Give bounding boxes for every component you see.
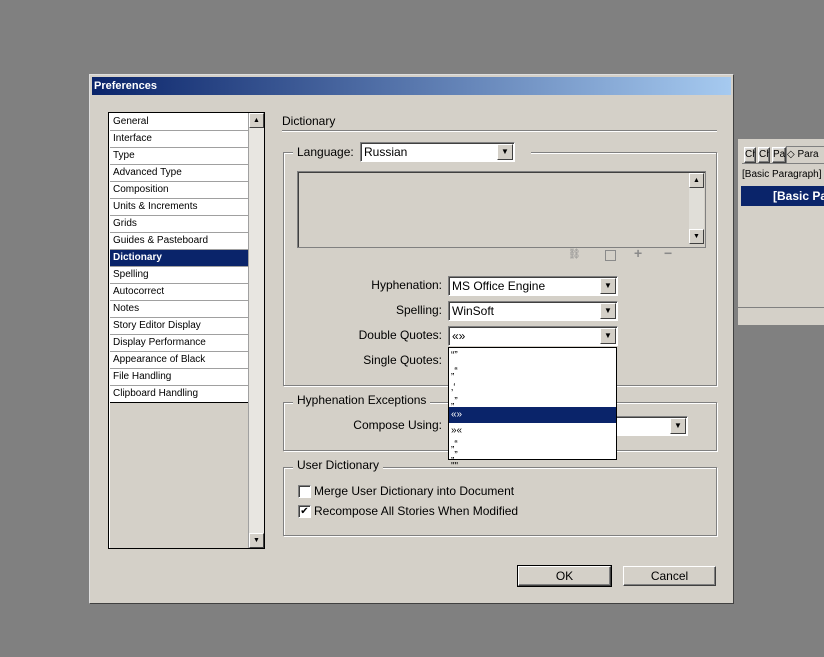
quote-option[interactable]: «» — [449, 407, 616, 423]
new-dictionary-icon[interactable] — [605, 250, 616, 261]
recompose-all-stories-label: Recompose All Stories When Modified — [314, 504, 519, 518]
merge-user-dictionary-checkbox[interactable] — [298, 485, 311, 498]
remove-dictionary-icon[interactable]: − — [664, 246, 672, 260]
double-quotes-options-list: “” „“ ‚‘ „” «» »« „“ „” "" — [448, 347, 617, 472]
chevron-down-icon[interactable]: ▼ — [670, 418, 686, 434]
language-dropdown[interactable]: Russian ▼ — [360, 142, 515, 162]
user-dictionary-group — [283, 467, 717, 536]
category-item[interactable]: Display Performance — [110, 335, 249, 352]
list-scroll-down-icon[interactable]: ▼ — [689, 229, 704, 244]
language-label: Language: — [297, 145, 354, 159]
double-quotes-label: Double Quotes: — [358, 328, 442, 342]
user-dictionary-title: User Dictionary — [293, 458, 384, 472]
category-item[interactable]: Guides & Pasteboard — [110, 233, 249, 250]
category-item[interactable]: Autocorrect — [110, 284, 249, 301]
category-list-empty-area — [110, 402, 249, 548]
quote-option[interactable]: ‚‘ — [449, 380, 616, 396]
category-items: General Interface Type Advanced Type Composi… — [110, 114, 249, 403]
preferences-dialog: Preferences General Interface Type Advanced… — [89, 74, 734, 604]
quote-option[interactable]: „“ — [449, 364, 616, 380]
quote-option[interactable]: „“ — [449, 439, 616, 450]
category-list: General Interface Type Advanced Type Composi… — [108, 112, 265, 549]
list-scroll-up-icon[interactable]: ▲ — [689, 173, 704, 188]
chevron-down-icon[interactable]: ▼ — [600, 278, 616, 294]
quote-option[interactable]: “” — [449, 348, 616, 364]
panel-tab-paragraph-styles[interactable]: ◇ Para — [786, 146, 824, 163]
hyphenation-dropdown[interactable]: MS Office Engine ▼ — [448, 276, 618, 296]
relink-dictionary-icon[interactable]: ⛓︎ — [568, 249, 592, 261]
panel-current-style: [Basic Paragraph] — [742, 169, 822, 180]
category-item[interactable]: Type — [110, 148, 249, 165]
category-item[interactable]: Advanced Type — [110, 165, 249, 182]
panel-tab-character-styles[interactable]: Ch — [758, 147, 770, 163]
panel-tab-character[interactable]: Ch — [744, 147, 756, 163]
dialog-title: Preferences — [92, 77, 731, 95]
spelling-dropdown[interactable]: WinSoft ▼ — [448, 301, 618, 321]
quote-option[interactable]: "" — [449, 461, 616, 472]
category-item[interactable]: Appearance of Black — [110, 352, 249, 369]
category-item[interactable]: Story Editor Display — [110, 318, 249, 335]
category-item[interactable]: Notes — [110, 301, 249, 318]
panel-tab-paragraph[interactable]: Pa — [772, 147, 786, 163]
quote-option[interactable]: „” — [449, 450, 616, 461]
double-quotes-value: «» — [452, 329, 466, 343]
section-divider — [282, 130, 717, 132]
recompose-all-stories-checkbox[interactable]: ✔ — [298, 505, 311, 518]
compose-using-label: Compose Using: — [353, 418, 442, 432]
panel-bottom-divider — [738, 307, 824, 308]
quote-option[interactable]: »« — [449, 423, 616, 439]
double-quotes-dropdown[interactable]: «» ▼ — [448, 326, 618, 346]
language-value: Russian — [364, 145, 408, 159]
paragraph-styles-panel: Ch Ch Pa ◇ Para [Basic Paragraph] [Basic… — [737, 138, 824, 326]
category-item[interactable]: Composition — [110, 182, 249, 199]
category-item[interactable]: General — [110, 114, 249, 131]
category-item[interactable]: Spelling — [110, 267, 249, 284]
category-item[interactable]: Units & Increments — [110, 199, 249, 216]
chevron-down-icon[interactable]: ▼ — [600, 328, 616, 344]
panel-tab-strip: Ch Ch Pa ◇ Para — [742, 146, 824, 164]
ok-button[interactable]: OK — [517, 565, 612, 587]
chevron-down-icon[interactable]: ▼ — [497, 144, 513, 160]
spelling-value: WinSoft — [452, 304, 495, 318]
category-item[interactable]: Clipboard Handling — [110, 386, 249, 403]
category-scrollbar[interactable]: ▲ ▼ — [248, 113, 264, 548]
scroll-down-icon[interactable]: ▼ — [249, 533, 264, 548]
quote-option[interactable]: „” — [449, 396, 616, 407]
dictionary-list-scrollbar[interactable]: ▲ ▼ — [689, 173, 704, 244]
section-title: Dictionary — [282, 114, 336, 128]
add-dictionary-icon[interactable]: + — [634, 246, 642, 260]
hyphenation-exceptions-title: Hyphenation Exceptions — [293, 393, 431, 407]
category-item[interactable]: Grids — [110, 216, 249, 233]
scroll-up-icon[interactable]: ▲ — [249, 113, 264, 128]
spelling-label: Spelling: — [395, 303, 442, 317]
cancel-button[interactable]: Cancel — [623, 566, 716, 586]
hyphenation-value: MS Office Engine — [452, 279, 546, 293]
merge-user-dictionary-label: Merge User Dictionary into Document — [314, 484, 515, 498]
hyphenation-label: Hyphenation: — [371, 278, 442, 292]
category-item[interactable]: File Handling — [110, 369, 249, 386]
category-item[interactable]: Dictionary — [110, 250, 249, 267]
chevron-down-icon[interactable]: ▼ — [600, 303, 616, 319]
category-item[interactable]: Interface — [110, 131, 249, 148]
dictionary-list[interactable]: ▲ ▼ — [297, 171, 706, 248]
panel-style-item-selected[interactable]: [Basic Pa — [741, 186, 824, 206]
single-quotes-label: Single Quotes: — [363, 353, 442, 367]
